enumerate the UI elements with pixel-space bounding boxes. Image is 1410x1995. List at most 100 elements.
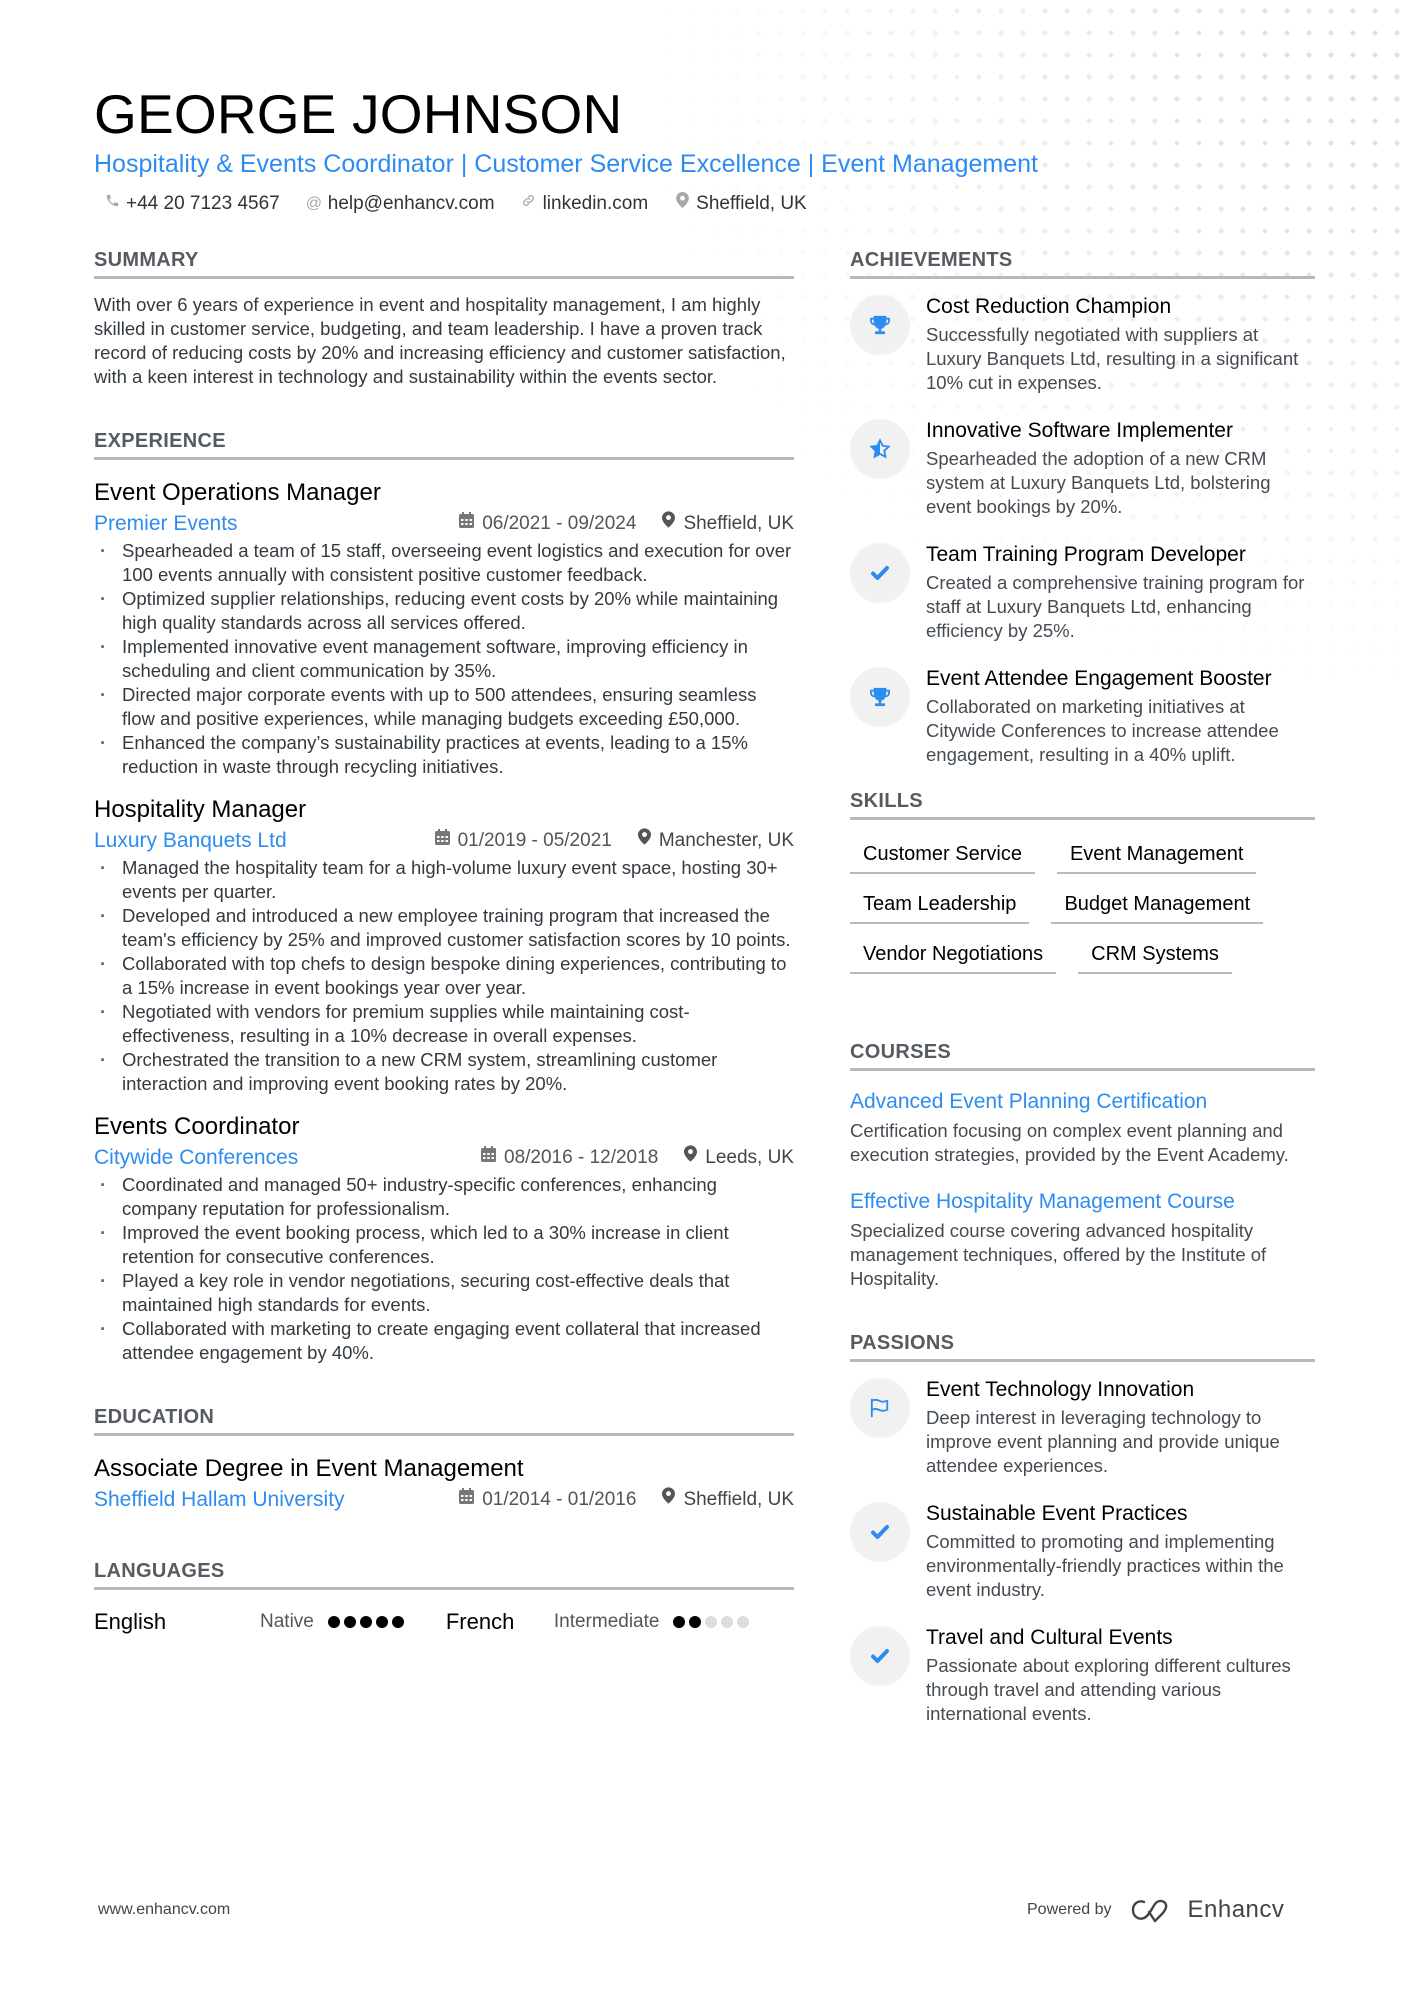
summary-section: SUMMARY With over 6 years of experience …	[94, 248, 794, 389]
rating-dot-filled	[343, 1616, 356, 1628]
language-rating	[673, 1616, 750, 1628]
headline: Hospitality & Events Coordinator | Custo…	[94, 150, 1038, 178]
passion-item: Event Technology Innovation Deep interes…	[850, 1376, 1315, 1478]
language-name: English	[94, 1609, 167, 1634]
education-section: EDUCATION Associate Degree in Event Mana…	[94, 1405, 794, 1513]
contact-location: Sheffield, UK	[674, 192, 807, 216]
calendar-icon	[481, 1145, 497, 1171]
bullet-item: Implemented innovative event management …	[94, 635, 794, 683]
calendar-icon	[434, 828, 450, 854]
languages-row: English Native French Intermediate	[94, 1608, 794, 1636]
section-title-skills: SKILLS	[850, 789, 1315, 820]
bullet-item: Developed and introduced a new employee …	[94, 904, 794, 952]
right-column: ACHIEVEMENTS Cost Reduction Champion Suc…	[850, 248, 1315, 1748]
education-dates: 01/2014 - 01/2016	[459, 1487, 636, 1513]
contact-phone[interactable]: +44 20 7123 4567	[104, 192, 280, 216]
rating-dot-filled	[327, 1616, 340, 1628]
section-title-summary: SUMMARY	[94, 248, 794, 279]
achievement-title: Team Training Program Developer	[926, 543, 1246, 566]
bullet-item: Spearheaded a team of 15 staff, overseei…	[94, 539, 794, 587]
section-title-experience: EXPERIENCE	[94, 429, 794, 460]
resume-header: GEORGE JOHNSON Hospitality & Events Coor…	[94, 82, 1334, 216]
location-icon	[674, 192, 690, 216]
rating-dot-filled	[391, 1616, 404, 1628]
location-icon	[662, 511, 676, 537]
achievement-item: Team Training Program Developer Created …	[850, 541, 1315, 643]
degree-title: Associate Degree in Event Management	[94, 1455, 524, 1482]
job-meta: Premier Events 06/2021 - 09/2024 Sheffie…	[94, 511, 794, 537]
rating-dot-filled	[689, 1616, 702, 1628]
job-entry: Events Coordinator Citywide Conferences …	[94, 1112, 794, 1365]
achievement-item: Cost Reduction Champion Successfully neg…	[850, 293, 1315, 395]
brand-name: Enhancv	[1187, 1896, 1285, 1923]
skill-tag: Team Leadership	[850, 892, 1030, 924]
flag-icon	[850, 1378, 910, 1438]
achievement-item: Innovative Software Implementer Spearhea…	[850, 417, 1315, 519]
school-name: Sheffield Hallam University	[94, 1488, 345, 1511]
contact-linkedin[interactable]: linkedin.com	[521, 192, 648, 216]
course-description: Specialized course covering advanced hos…	[850, 1220, 1267, 1289]
language-rating	[327, 1616, 404, 1628]
link-icon	[521, 192, 537, 216]
job-dates: 01/2019 - 05/2021	[434, 828, 612, 854]
job-title: Hospitality Manager	[94, 796, 307, 823]
contact-email[interactable]: @ help@enhancv.com	[306, 192, 495, 216]
skill-tag: Customer Service	[850, 842, 1035, 874]
enhancv-logo[interactable]: Enhancv	[1130, 1896, 1285, 1924]
enhancv-logo-icon	[1131, 1899, 1167, 1923]
passion-description: Passionate about exploring different cul…	[926, 1655, 1291, 1724]
calendar-icon	[459, 1487, 475, 1513]
section-title-education: EDUCATION	[94, 1405, 794, 1436]
candidate-name: GEORGE JOHNSON	[94, 83, 623, 145]
course-title: Advanced Event Planning Certification	[850, 1090, 1208, 1113]
job-entry: Event Operations Manager Premier Events …	[94, 478, 794, 779]
contact-bar: +44 20 7123 4567 @ help@enhancv.com link…	[94, 192, 1334, 216]
rating-dot-filled	[673, 1616, 686, 1628]
bullet-item: Directed major corporate events with up …	[94, 683, 794, 731]
job-bullets: Coordinated and managed 50+ industry-spe…	[94, 1173, 794, 1365]
section-title-passions: PASSIONS	[850, 1331, 1315, 1362]
achievement-item: Event Attendee Engagement Booster Collab…	[850, 665, 1315, 767]
skill-tag: Vendor Negotiations	[850, 942, 1057, 974]
achievement-title: Cost Reduction Champion	[926, 295, 1172, 318]
bullet-item: Managed the hospitality team for a high-…	[94, 856, 794, 904]
at-icon: @	[305, 195, 322, 212]
job-bullets: Spearheaded a team of 15 staff, overseei…	[94, 539, 794, 779]
education-location: Sheffield, UK	[662, 1487, 794, 1513]
education-entry: Associate Degree in Event Management She…	[94, 1454, 794, 1513]
job-location: Sheffield, UK	[662, 511, 794, 537]
achievement-title: Event Attendee Engagement Booster	[926, 667, 1272, 690]
section-title-courses: COURSES	[850, 1040, 1315, 1071]
language-level: Native	[260, 1611, 314, 1632]
bullet-item: Improved the event booking process, whic…	[94, 1221, 794, 1269]
footer-branding: Powered by Enhancv	[1027, 1896, 1284, 1924]
footer-website-link[interactable]: www.enhancv.com	[98, 1901, 230, 1919]
job-location: Manchester, UK	[637, 828, 794, 854]
location-icon	[637, 828, 651, 854]
skills-section: SKILLS Customer Service Event Management…	[850, 789, 1315, 974]
left-column: SUMMARY With over 6 years of experience …	[94, 248, 794, 1636]
skills-list: Customer Service Event Management Team L…	[850, 842, 1320, 974]
achievement-description: Spearheaded the adoption of a new CRM sy…	[926, 448, 1271, 517]
passion-description: Deep interest in leveraging technology t…	[926, 1407, 1280, 1476]
course-description: Certification focusing on complex event …	[850, 1120, 1289, 1165]
passion-description: Committed to promoting and implementing …	[926, 1531, 1284, 1600]
passion-item: Travel and Cultural Events Passionate ab…	[850, 1624, 1315, 1726]
job-dates: 06/2021 - 09/2024	[459, 511, 636, 537]
bullet-item: Collaborated with top chefs to design be…	[94, 952, 794, 1000]
languages-section: LANGUAGES English Native French Intermed…	[94, 1559, 794, 1636]
job-location: Leeds, UK	[684, 1145, 794, 1171]
bullet-item: Optimized supplier relationships, reduci…	[94, 587, 794, 635]
education-meta: Sheffield Hallam University 01/2014 - 01…	[94, 1487, 794, 1513]
skill-tag: CRM Systems	[1078, 942, 1232, 974]
bullet-item: Negotiated with vendors for premium supp…	[94, 1000, 794, 1048]
rating-dot-empty	[705, 1616, 718, 1628]
star-icon	[850, 419, 910, 479]
trophy-icon	[850, 667, 910, 727]
courses-section: COURSES Advanced Event Planning Certific…	[850, 1040, 1315, 1291]
company-name: Premier Events	[94, 512, 238, 535]
job-bullets: Managed the hospitality team for a high-…	[94, 856, 794, 1096]
passions-section: PASSIONS Event Technology Innovation Dee…	[850, 1331, 1315, 1726]
check-icon	[850, 1626, 910, 1686]
job-dates: 08/2016 - 12/2018	[481, 1145, 658, 1171]
